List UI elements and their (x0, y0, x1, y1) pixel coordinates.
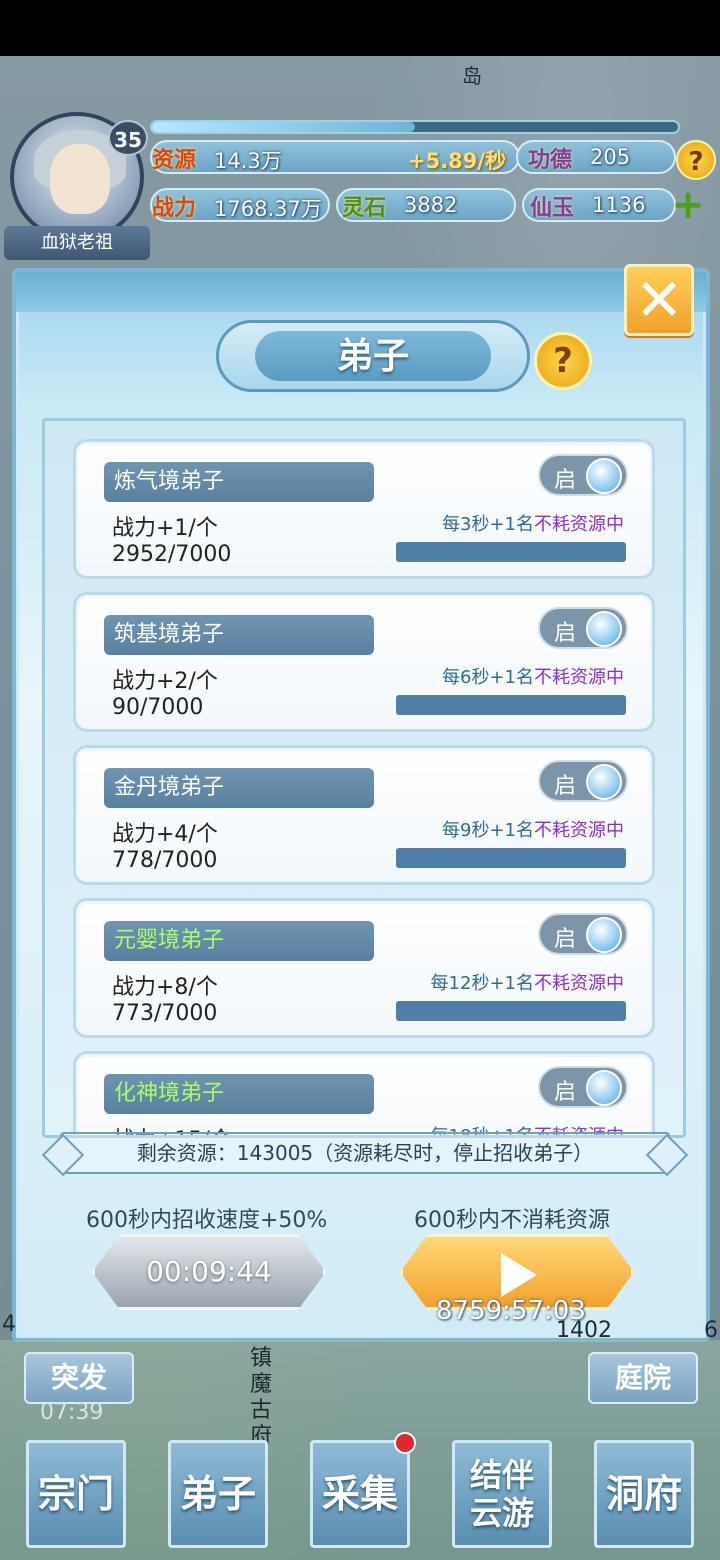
recruit-rate: 每6秒+1名不耗资源中 (442, 663, 624, 689)
free-resource-text: 600秒内不消耗资源 (414, 1208, 610, 1233)
jade-value: 1136 (592, 193, 646, 217)
dialog-title-plaque: 弟子 (216, 320, 530, 392)
resource-rate: +5.89/秒 (408, 149, 507, 173)
event-button[interactable]: 突发 (24, 1352, 134, 1404)
disciple-name: 化神境弟子 (104, 1074, 374, 1114)
recruit-rate: 每9秒+1名不耗资源中 (442, 816, 624, 842)
nav-travel[interactable]: 结伴云游 (452, 1440, 552, 1548)
nav-disciples[interactable]: 弟子 (168, 1440, 268, 1548)
recruit-rate-prefix: 每9秒+1名 (442, 820, 534, 841)
toggle-knob (586, 917, 622, 953)
power-label: 战力 (152, 195, 197, 221)
map-right-edge-number: 6 (704, 1318, 718, 1343)
disciple-power: 战力+1/个 (112, 516, 218, 541)
disciple-name: 元婴境弟子 (104, 921, 374, 961)
recruit-toggle[interactable]: 启 (538, 760, 628, 802)
recruit-progress-bar (396, 695, 626, 715)
toggle-label: 启 (554, 1080, 577, 1105)
map-left-number: 4 (2, 1312, 16, 1337)
recruit-progress-bar (396, 1001, 626, 1021)
toggle-label: 启 (554, 621, 577, 646)
bottom-nav: 宗门 弟子 采集 结伴云游 洞府 (0, 1432, 720, 1560)
hud-help-icon[interactable]: ? (676, 140, 716, 180)
dialog-header-band (16, 272, 706, 312)
recruit-progress-bar (396, 542, 626, 562)
toggle-knob (586, 611, 622, 647)
notification-dot (394, 1432, 416, 1454)
resource-value: 14.3万 (214, 149, 282, 173)
toggle-knob (586, 764, 622, 800)
recruit-progress-bar (396, 848, 626, 868)
disciple-count: 773/7000 (112, 1001, 218, 1026)
recruit-rate-status: 不耗资源中 (534, 820, 624, 841)
spirit-stone-label: 灵石 (342, 195, 387, 221)
recruit-rate: 每3秒+1名不耗资源中 (442, 510, 624, 536)
disciple-card: 金丹境弟子 战力+4/个 778/7000 启 每9秒+1名不耗资源中 (73, 745, 655, 885)
disciple-card: 炼气境弟子 战力+1/个 2952/7000 启 每3秒+1名不耗资源中 (73, 439, 655, 579)
nav-gather[interactable]: 采集 (310, 1440, 410, 1548)
recruit-rate-prefix: 每6秒+1名 (442, 667, 534, 688)
disciple-name: 金丹境弟子 (104, 768, 374, 808)
toggle-knob (586, 458, 622, 494)
dialog-help-icon[interactable]: ? (534, 332, 592, 390)
jade-label: 仙玉 (530, 195, 575, 221)
toggle-knob (586, 1070, 622, 1106)
recruit-toggle[interactable]: 启 (538, 1066, 628, 1108)
recruit-rate-prefix: 每12秒+1名 (430, 973, 534, 994)
recruit-rate-status: 不耗资源中 (534, 973, 624, 994)
resource-label: 资源 (152, 147, 197, 173)
recruit-rate: 每12秒+1名不耗资源中 (431, 969, 624, 995)
recruit-rate-status: 不耗资源中 (534, 667, 624, 688)
disciple-count: 2952/7000 (112, 542, 232, 567)
recruit-toggle[interactable]: 启 (538, 454, 628, 496)
dialog-title: 弟子 (255, 331, 491, 381)
event-timer: 07:39 (40, 1400, 104, 1425)
disciple-name: 炼气境弟子 (104, 462, 374, 502)
avatar-face (50, 144, 110, 214)
map-right-number: 1402 (556, 1318, 612, 1343)
courtyard-button[interactable]: 庭院 (588, 1352, 698, 1404)
disciple-name: 筑基境弟子 (104, 615, 374, 655)
disciple-card: 筑基境弟子 战力+2/个 90/7000 启 每6秒+1名不耗资源中 (73, 592, 655, 732)
recruit-rate-prefix: 每3秒+1名 (442, 514, 534, 535)
disciple-power: 战力+2/个 (112, 669, 218, 694)
recruit-toggle[interactable]: 启 (538, 913, 628, 955)
toggle-label: 启 (554, 927, 577, 952)
toggle-label: 启 (554, 468, 577, 493)
spirit-stone-value: 3882 (404, 193, 458, 217)
nav-sect[interactable]: 宗门 (26, 1440, 126, 1548)
status-bar (0, 0, 720, 56)
disciple-card: 化神境弟子 战力+15/个 启 每18秒+1名不耗资源中 (73, 1051, 655, 1135)
recruit-toggle[interactable]: 启 (538, 607, 628, 649)
speed-bonus-text: 600秒内招收速度+50% (86, 1208, 328, 1233)
disciple-card: 元婴境弟子 战力+8/个 773/7000 启 每12秒+1名不耗资源中 (73, 898, 655, 1038)
play-icon (501, 1253, 537, 1297)
recruit-rate-status: 不耗资源中 (534, 514, 624, 535)
player-level-badge: 35 (108, 120, 148, 156)
disciple-count: 778/7000 (112, 848, 218, 873)
toggle-label: 启 (554, 774, 577, 799)
nav-cave[interactable]: 洞府 (594, 1440, 694, 1548)
remaining-resources: 剩余资源：143005（资源耗尽时，停止招收弟子） (60, 1132, 670, 1174)
disciple-count: 90/7000 (112, 695, 204, 720)
speed-boost-button[interactable]: 00:09:44 (92, 1234, 326, 1310)
close-button[interactable]: ✕ (624, 264, 694, 336)
add-jade-button[interactable]: + (670, 185, 706, 225)
disciple-list[interactable]: 炼气境弟子 战力+1/个 2952/7000 启 每3秒+1名不耗资源中 筑基境… (42, 418, 686, 1138)
disciple-power: 战力+4/个 (112, 822, 218, 847)
disciple-power: 战力+8/个 (112, 975, 218, 1000)
player-name: 血狱老祖 (4, 226, 150, 260)
experience-bar (150, 120, 680, 134)
merit-value: 205 (590, 145, 631, 169)
merit-label: 功德 (528, 147, 573, 173)
power-value: 1768.37万 (214, 197, 322, 221)
disciples-dialog: 弟子 ? ✕ 炼气境弟子 战力+1/个 2952/7000 启 每3秒+1名不耗… (12, 264, 710, 1342)
